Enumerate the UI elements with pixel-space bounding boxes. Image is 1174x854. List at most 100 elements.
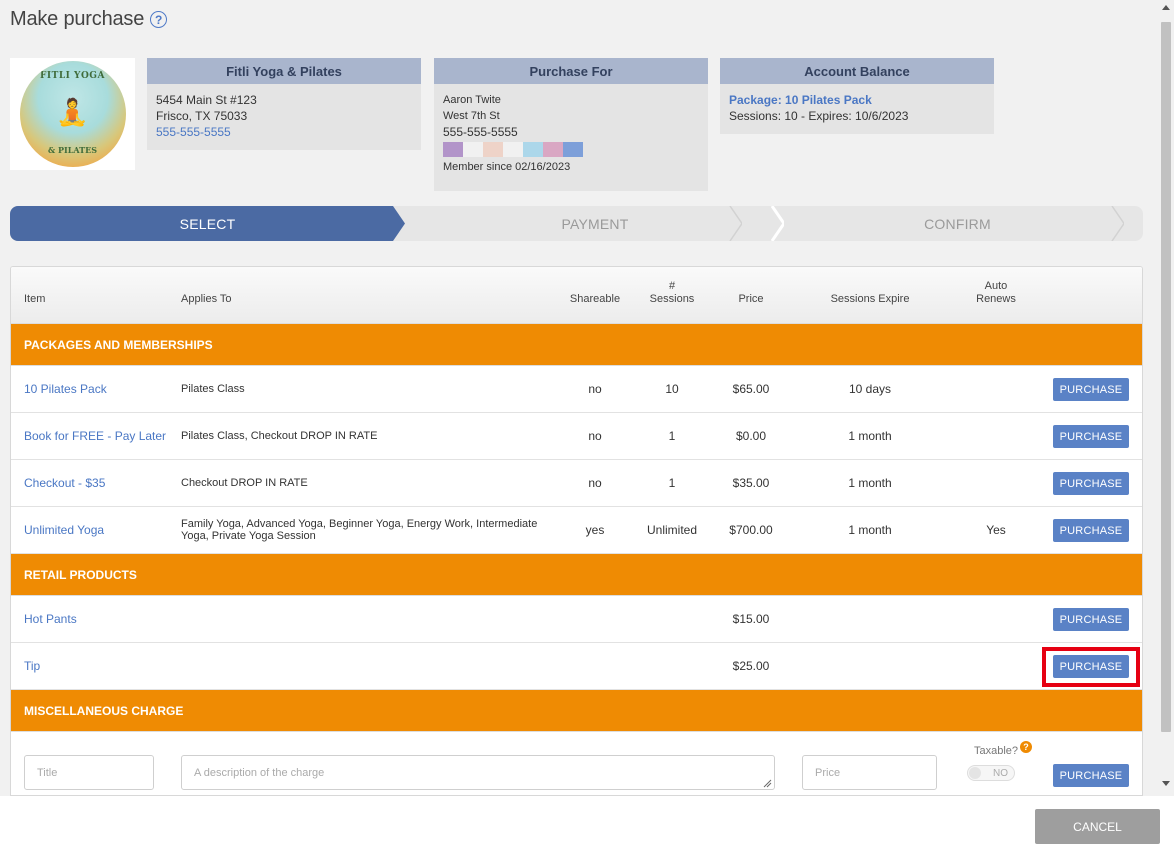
client-tag-swatch: [443, 142, 463, 157]
sessions-expire: 1 month: [848, 429, 892, 443]
col-sessions: # Sessions: [641, 280, 703, 306]
logo-text-top: FITLI YOGA: [40, 71, 105, 81]
section-misc: MISCELLANEOUS CHARGE: [11, 690, 1142, 732]
item-link[interactable]: Hot Pants: [24, 596, 77, 642]
applies-to: Pilates Class, Checkout DROP IN RATE: [181, 430, 378, 442]
studio-address-line1: 5454 Main St #123: [156, 93, 257, 107]
col-auto-line1: Auto: [984, 280, 1008, 292]
taxable-toggle[interactable]: NO: [967, 765, 1015, 781]
section-retail: RETAIL PRODUCTS: [11, 554, 1142, 596]
client-street: West 7th St: [443, 110, 500, 122]
client-tag-swatch: [543, 142, 563, 157]
step-divider-icon: [770, 206, 784, 241]
step-select: SELECT: [10, 206, 405, 241]
purchase-button[interactable]: PURCHASE: [1053, 472, 1129, 495]
page-title: Make purchase: [10, 8, 145, 30]
applies-to: Pilates Class: [181, 383, 245, 395]
purchase-for-heading: Purchase For: [434, 58, 708, 84]
client-tag-swatch: [503, 142, 523, 157]
item-link[interactable]: Checkout - $35: [24, 460, 105, 506]
help-icon[interactable]: ?: [150, 11, 168, 28]
resize-handle-icon[interactable]: [763, 779, 772, 788]
purchase-button[interactable]: PURCHASE: [1053, 425, 1129, 448]
col-auto-renews: Auto Renews: [966, 280, 1026, 306]
price: $700.00: [729, 523, 773, 537]
studio-address-line2: Frisco, TX 75033: [156, 109, 248, 123]
sessions-expire: 1 month: [848, 476, 892, 490]
purchase-for-card: Purchase For Aaron Twite West 7th St 555…: [434, 58, 708, 191]
auto-renews: [966, 366, 1026, 412]
table-row: Checkout - $35 Checkout DROP IN RATE no …: [11, 460, 1142, 507]
applies-to: Family Yoga, Advanced Yoga, Beginner Yog…: [181, 518, 538, 542]
misc-title-input[interactable]: Title: [24, 755, 154, 790]
sessions: 1: [668, 429, 676, 443]
checkout-stepper: SELECT PAYMENT CONFIRM: [10, 206, 1143, 241]
meditation-figure-icon: 🧘: [56, 96, 89, 127]
shareable: no: [588, 382, 602, 396]
studio-card: Fitli Yoga & Pilates 5454 Main St #123 F…: [147, 58, 421, 150]
purchase-button[interactable]: PURCHASE: [1053, 608, 1129, 631]
sessions: 1: [668, 476, 676, 490]
price: $0.00: [735, 429, 767, 443]
client-name: Aaron Twite: [443, 94, 501, 106]
purchase-button[interactable]: PURCHASE: [1053, 519, 1129, 542]
taxable-help-icon[interactable]: ?: [1020, 741, 1032, 753]
col-auto-line2: Renews: [976, 293, 1016, 305]
auto-renews: [966, 460, 1026, 506]
item-link[interactable]: Book for FREE - Pay Later: [24, 413, 166, 459]
auto-renews: [966, 413, 1026, 459]
shareable: no: [588, 429, 602, 443]
studio-phone-link[interactable]: 555-555-5555: [156, 124, 412, 140]
price: $35.00: [732, 476, 770, 490]
client-phone: 555-555-5555: [443, 125, 518, 139]
scroll-thumb[interactable]: [1161, 22, 1171, 732]
section-packages: PACKAGES AND MEMBERSHIPS: [11, 324, 1142, 366]
shareable: yes: [585, 523, 605, 537]
applies-to: Checkout DROP IN RATE: [181, 477, 308, 489]
client-tag-swatch: [463, 142, 483, 157]
price: $15.00: [732, 612, 770, 626]
purchase-button[interactable]: PURCHASE: [1053, 378, 1129, 401]
step-confirm: CONFIRM: [924, 215, 991, 232]
toggle-value: NO: [993, 767, 1008, 779]
purchase-button[interactable]: PURCHASE: [1053, 764, 1129, 787]
logo-image: FITLI YOGA 🧘 & PILATES: [19, 61, 126, 167]
table-header: Item Applies To Shareable # Sessions Pri…: [11, 267, 1142, 324]
item-link[interactable]: Tip: [24, 643, 40, 689]
table-row: 10 Pilates Pack Pilates Class no 10 $65.…: [11, 366, 1142, 413]
studio-logo: FITLI YOGA 🧘 & PILATES: [10, 58, 135, 170]
col-sessions-line1: #: [668, 280, 676, 292]
sessions-expire: 10 days: [848, 382, 892, 396]
toggle-knob: [969, 767, 981, 779]
price: $25.00: [732, 659, 770, 673]
purchase-button[interactable]: PURCHASE: [1053, 655, 1129, 678]
client-tag-swatch: [523, 142, 543, 157]
misc-price-input[interactable]: Price: [802, 755, 937, 790]
shareable: no: [588, 476, 602, 490]
misc-description-input[interactable]: A description of the charge: [181, 755, 775, 790]
table-row: Tip $25.00 PURCHASE: [11, 643, 1142, 690]
cancel-button[interactable]: CANCEL: [1035, 809, 1160, 844]
account-balance-heading: Account Balance: [720, 58, 994, 84]
client-tags: [443, 142, 699, 157]
client-tag-swatch: [483, 142, 503, 157]
col-sessions-expire: Sessions Expire: [830, 293, 910, 305]
table-row: Hot Pants $15.00 PURCHASE: [11, 596, 1142, 643]
col-price: Price: [738, 293, 764, 305]
step-divider-icon: [1111, 206, 1124, 241]
sessions: 10: [665, 382, 679, 396]
account-balance-card: Account Balance Package: 10 Pilates Pack…: [720, 58, 994, 134]
client-tag-swatch: [563, 142, 583, 157]
purchase-table: Item Applies To Shareable # Sessions Pri…: [10, 266, 1143, 796]
balance-package: Package: 10 Pilates Pack: [729, 93, 872, 107]
sessions-expire: 1 month: [848, 523, 892, 537]
item-link[interactable]: 10 Pilates Pack: [24, 366, 107, 412]
scroll-down-icon[interactable]: [1162, 781, 1170, 786]
studio-name: Fitli Yoga & Pilates: [147, 58, 421, 84]
scroll-up-icon[interactable]: [1162, 5, 1170, 10]
misc-charge-row: Title A description of the charge Price …: [11, 732, 1142, 795]
scrollbar[interactable]: [1158, 0, 1174, 796]
step-divider-icon: [729, 206, 742, 241]
col-sessions-line2: Sessions: [649, 293, 695, 305]
item-link[interactable]: Unlimited Yoga: [24, 507, 104, 553]
